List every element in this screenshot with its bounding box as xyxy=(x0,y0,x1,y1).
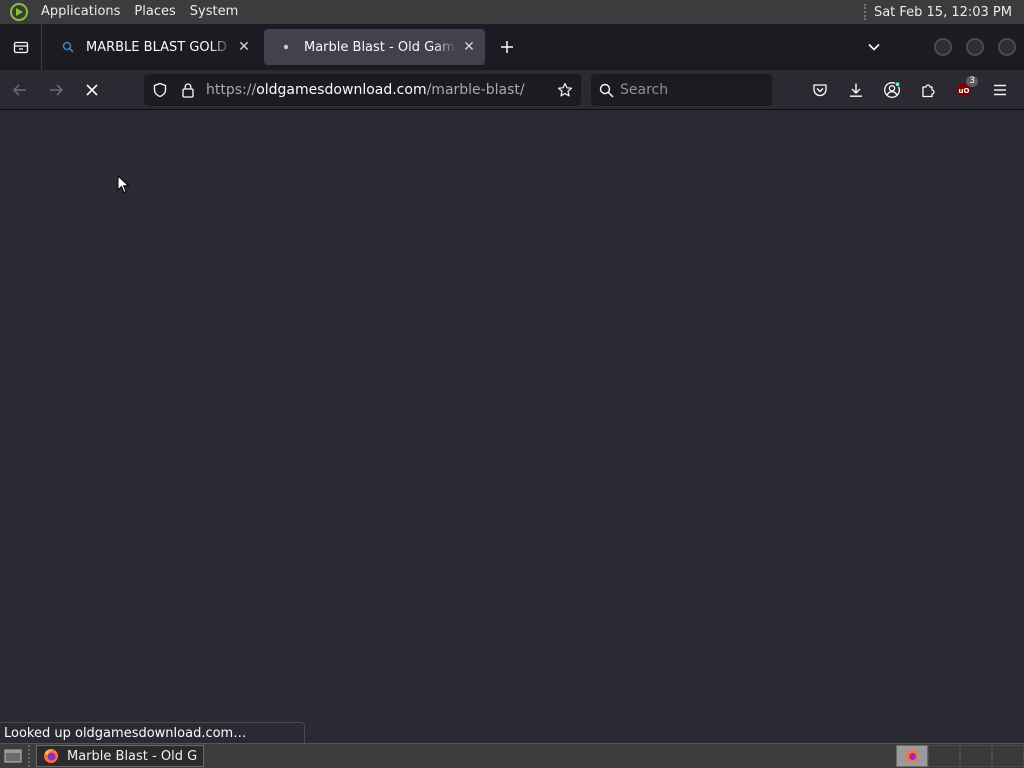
places-menu[interactable]: Places xyxy=(127,0,182,24)
url-text[interactable]: https://oldgamesdownload.com/marble-blas… xyxy=(206,82,551,98)
tab-marble-blast-gold-linux[interactable]: MARBLE BLAST GOLD LINUX ✕ xyxy=(46,29,260,65)
firefox-mini-icon xyxy=(905,749,919,763)
pocket-icon xyxy=(813,84,827,97)
bottom-panel: Marble Blast - Old G… xyxy=(0,743,1024,768)
toolbar-right: uO 3 xyxy=(802,74,1018,106)
download-icon xyxy=(850,83,862,97)
url-path: /marble-blast/ xyxy=(426,82,525,98)
url-bar[interactable]: https://oldgamesdownload.com/marble-blas… xyxy=(144,74,581,106)
tracking-protection-shield-icon[interactable] xyxy=(146,74,174,106)
forward-button[interactable] xyxy=(40,74,72,106)
downloads-button[interactable] xyxy=(838,74,874,106)
show-desktop-button[interactable] xyxy=(0,744,26,768)
top-panel: Applications Places System Sat Feb 15, 1… xyxy=(0,0,1024,24)
puzzle-piece-icon xyxy=(922,84,935,98)
panel-clock[interactable]: Sat Feb 15, 12:03 PM xyxy=(874,5,1012,20)
account-button[interactable] xyxy=(874,74,910,106)
taskbar-separator xyxy=(28,745,34,767)
url-scheme: https:// xyxy=(206,82,257,98)
app-menu-button[interactable] xyxy=(982,74,1018,106)
bookmark-star-icon[interactable] xyxy=(551,74,579,106)
tab-title: MARBLE BLAST GOLD LINUX xyxy=(86,39,232,55)
extensions-button[interactable] xyxy=(910,74,946,106)
search-input[interactable] xyxy=(620,82,750,98)
show-desktop-icon xyxy=(4,749,22,763)
account-icon xyxy=(884,81,901,98)
page-content[interactable] xyxy=(0,111,1024,743)
chevron-down-icon xyxy=(868,43,880,51)
url-host: oldgamesdownload.com xyxy=(256,82,427,98)
workspace-2[interactable] xyxy=(928,745,960,767)
ublock-origin-button[interactable]: uO 3 xyxy=(946,74,982,106)
minimize-button[interactable] xyxy=(934,38,952,56)
plus-icon xyxy=(501,41,513,53)
list-all-tabs-button[interactable] xyxy=(858,31,890,63)
taskbar-window-firefox[interactable]: Marble Blast - Old G… xyxy=(36,745,204,767)
workspace-3[interactable] xyxy=(960,745,992,767)
pocket-button[interactable] xyxy=(802,74,838,106)
new-tab-button[interactable] xyxy=(491,31,523,63)
maximize-button[interactable] xyxy=(966,38,984,56)
status-panel: Looked up oldgamesdownload.com… xyxy=(0,722,305,744)
tab-strip: MARBLE BLAST GOLD LINUX ✕ Marble Blast -… xyxy=(0,24,1024,70)
firefox-view-icon xyxy=(13,41,28,54)
arrow-left-icon xyxy=(12,83,26,96)
stop-x-icon xyxy=(86,83,98,96)
back-button[interactable] xyxy=(4,74,36,106)
workspace-1[interactable] xyxy=(896,745,928,767)
stop-button[interactable] xyxy=(76,74,108,106)
tab-close-icon[interactable]: ✕ xyxy=(461,39,477,55)
mate-logo-icon[interactable] xyxy=(10,3,28,21)
system-menu[interactable]: System xyxy=(183,0,245,24)
applications-menu[interactable]: Applications xyxy=(34,0,127,24)
search-favicon-icon xyxy=(60,39,76,55)
firefox-icon xyxy=(44,749,58,763)
ublock-badge: 3 xyxy=(966,76,978,87)
tab-close-icon[interactable]: ✕ xyxy=(236,39,252,55)
tab-marble-blast-old-games[interactable]: Marble Blast - Old Games Download ✕ xyxy=(264,29,485,65)
lock-icon[interactable] xyxy=(174,74,202,106)
arrow-right-icon xyxy=(50,83,64,96)
close-window-button[interactable] xyxy=(998,38,1016,56)
svg-text:uO: uO xyxy=(959,87,970,95)
panel-separator xyxy=(863,4,866,20)
hamburger-menu-icon xyxy=(994,84,1006,96)
workspace-4[interactable] xyxy=(992,745,1024,767)
nav-bar: https://oldgamesdownload.com/marble-blas… xyxy=(0,70,1024,110)
search-bar[interactable] xyxy=(591,74,772,106)
firefox-view-button[interactable] xyxy=(0,24,42,70)
search-icon xyxy=(599,83,614,98)
tab-title: Marble Blast - Old Games Download xyxy=(304,39,457,55)
mouse-cursor-icon xyxy=(117,175,130,194)
taskbar-window-label: Marble Blast - Old G… xyxy=(67,748,197,764)
loading-dot-icon xyxy=(278,39,294,55)
